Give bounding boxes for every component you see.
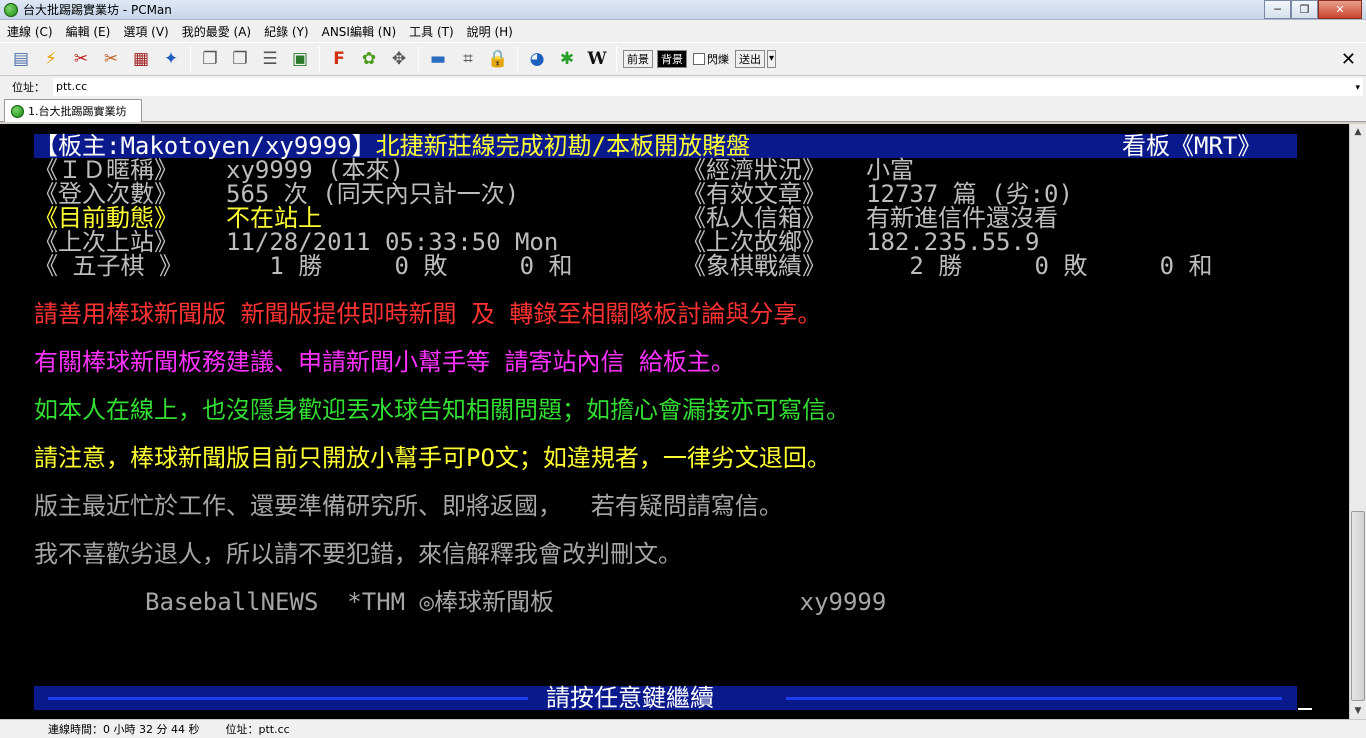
toolbar-separator [616, 46, 617, 72]
plugin-icon[interactable]: ✱ [554, 46, 580, 72]
tab-bar: 1.台大批踢踢實業坊 [0, 98, 1366, 122]
select-all-icon[interactable]: ▣ [287, 46, 313, 72]
info-label: 《有效文章》 [682, 180, 826, 208]
info-label: 《ＩＤ暱稱》 [34, 156, 178, 184]
blink-checkbox[interactable] [693, 53, 705, 65]
font-icon[interactable]: F [326, 46, 352, 72]
foreground-color-button[interactable]: 前景 [623, 50, 653, 68]
status-address: 位址：ptt.cc [225, 723, 290, 736]
scroll-up-icon[interactable]: ▲ [1350, 124, 1366, 140]
info-value: 12737 篇 (劣:0) [866, 180, 1073, 208]
info-value: 182.235.55.9 [866, 228, 1040, 256]
title-bar: 台大批踢踢實業坊 - PCMan ─ ❐ ✕ [0, 0, 1366, 20]
menu-edit[interactable]: 編輯 (E) [59, 23, 117, 40]
info-value: 565 次 (同天內只計一次) [226, 180, 520, 208]
toolbar-separator [319, 46, 320, 72]
menu-options[interactable]: 選項 (V) [116, 23, 174, 40]
reconnect-icon[interactable]: ✂ [68, 46, 94, 72]
app-icon [4, 2, 18, 17]
menu-connection[interactable]: 連線 (C) [0, 23, 59, 40]
tab-ptt[interactable]: 1.台大批踢踢實業坊 [4, 99, 142, 122]
close-connection-icon[interactable]: ▦ [128, 46, 154, 72]
disconnect-icon[interactable]: ✂ [98, 46, 124, 72]
send-button[interactable]: 送出 [735, 50, 765, 68]
window-controls: ─ ❐ ✕ [1264, 0, 1362, 19]
info-label: 《目前動態》 [34, 204, 178, 232]
copy-icon[interactable]: ❐ [197, 46, 223, 72]
scroll-thumb[interactable] [1351, 511, 1365, 701]
terminal-screen[interactable]: 【板主:Makotoyen/xy9999】北捷新莊線完成初勘/本板開放賭盤 看板… [0, 124, 1349, 719]
address-input[interactable]: ptt.cc ▾ [53, 78, 1363, 96]
connection-time: 連線時間：0 小時 32 分 44 秒 [48, 723, 200, 736]
info-value: 有新進信件還沒看 [866, 204, 1058, 232]
search-icon[interactable]: ◕ [524, 46, 550, 72]
toolbar-separator [418, 46, 419, 72]
tab-label: 1.台大批踢踢實業坊 [28, 105, 127, 118]
board-name: 看板《MRT》 [1122, 132, 1262, 160]
signature-line: BaseballNEWS *THM ◎棒球新聞板 xy9999 [145, 588, 887, 616]
toolbar: ▤ ⚡ ✂ ✂ ▦ ✦ ❐ ❐ ☰ ▣ F ✿ ✥ ▬ ⌗ 🔒 ◕ ✱ W 前景… [0, 42, 1366, 76]
quick-connect-icon[interactable]: ⚡ [38, 46, 64, 72]
board-message: 如本人在線上，也沒隱身歡迎丟水球告知相關問題；如擔心會漏接亦可寫信。 [34, 396, 850, 424]
menu-favorites[interactable]: 我的最愛 (A) [175, 23, 257, 40]
info-label: 《象棋戰績》 [682, 252, 826, 280]
board-message: 版主最近忙於工作、還要準備研究所、即將返國， 若有疑問請寫信。 [34, 492, 783, 520]
board-message: 請注意，棒球新聞版目前只開放小幫手可PO文；如違規者，一律劣文退回。 [34, 444, 831, 472]
info-value: 小富 [866, 156, 914, 184]
press-key-stripe [786, 697, 1282, 700]
info-label: 《登入次數》 [34, 180, 178, 208]
info-label: 《私人信箱》 [682, 204, 826, 232]
address-label: 位址： [12, 81, 45, 94]
scroll-down-icon[interactable]: ▼ [1350, 703, 1366, 719]
terminal-cursor [1298, 708, 1312, 710]
site-list-icon[interactable]: ▤ [8, 46, 34, 72]
paste-icon[interactable]: ❐ [227, 46, 253, 72]
board-message: 有關棒球新聞板務建議、申請新聞小幫手等 請寄站內信 給板主。 [34, 348, 735, 376]
lock-icon[interactable]: 🔒 [485, 46, 511, 72]
info-value: 2 勝 0 敗 0 和 [866, 252, 1213, 280]
info-label: 《 五子棋 》 [34, 252, 183, 280]
press-key-stripe [48, 697, 528, 700]
status-bar: 連線時間：0 小時 32 分 44 秒 位址：ptt.cc [0, 719, 1366, 738]
background-color-button[interactable]: 背景 [657, 50, 687, 68]
window-title: 台大批踢踢實業坊 - PCMan [23, 3, 172, 17]
board-message: 請善用棒球新聞版 新聞版提供即時新聞 及 轉錄至相關隊板討論與分享。 [34, 300, 822, 328]
fullscreen-icon[interactable]: ▬ [425, 46, 451, 72]
move-icon[interactable]: ✥ [386, 46, 412, 72]
terminal-scrollbar[interactable]: ▲ ▼ [1349, 124, 1366, 719]
toolbar-separator [517, 46, 518, 72]
info-label: 《經濟狀況》 [682, 156, 826, 184]
copy-ansi-icon[interactable]: ☰ [257, 46, 283, 72]
info-value: 不在站上 [226, 204, 322, 232]
address-bar: 位址： ptt.cc ▾ [0, 76, 1366, 98]
menu-log[interactable]: 紀錄 (Y) [257, 23, 315, 40]
toolbar-separator [190, 46, 191, 72]
maximize-button[interactable]: ❐ [1291, 0, 1318, 19]
connected-status-icon [11, 104, 24, 118]
info-label: 《上次上站》 [34, 228, 178, 256]
menu-help[interactable]: 說明 (H) [460, 23, 519, 40]
menu-ansi-edit[interactable]: ANSI編輯 (N) [315, 23, 403, 40]
keyboard-icon[interactable]: ⌗ [455, 46, 481, 72]
close-button[interactable]: ✕ [1318, 0, 1362, 19]
info-value: 1 勝 0 敗 0 和 [226, 252, 573, 280]
minimize-button[interactable]: ─ [1264, 0, 1291, 19]
board-message: 我不喜歡劣退人，所以請不要犯錯，來信解釋我會改判刪文。 [34, 540, 682, 568]
send-dropdown-icon[interactable]: ▾ [767, 50, 777, 68]
info-value: 11/28/2011 05:33:50 Mon [226, 228, 559, 256]
settings-gear-icon[interactable]: ✿ [356, 46, 382, 72]
menu-bar: 連線 (C) 編輯 (E) 選項 (V) 我的最愛 (A) 紀錄 (Y) ANS… [0, 20, 1366, 42]
board-header: 【板主:Makotoyen/xy9999】北捷新莊線完成初勘/本板開放賭盤 [34, 134, 750, 158]
menu-tools[interactable]: 工具 (T) [402, 23, 460, 40]
toolbar-close-icon[interactable]: ✕ [1341, 49, 1356, 70]
info-value: xy9999 (本來) [226, 156, 405, 184]
address-dropdown-icon[interactable]: ▾ [1355, 80, 1360, 96]
wikipedia-icon[interactable]: W [584, 46, 610, 72]
add-favorite-icon[interactable]: ✦ [158, 46, 184, 72]
info-label: 《上次故鄉》 [682, 228, 826, 256]
press-any-key-text: 請按任意鍵繼續 [546, 684, 714, 712]
address-value: ptt.cc [56, 80, 88, 93]
blink-label: 閃爍 [707, 53, 729, 66]
pcman-window: 台大批踢踢實業坊 - PCMan ─ ❐ ✕ 連線 (C) 編輯 (E) 選項 … [0, 0, 1366, 738]
